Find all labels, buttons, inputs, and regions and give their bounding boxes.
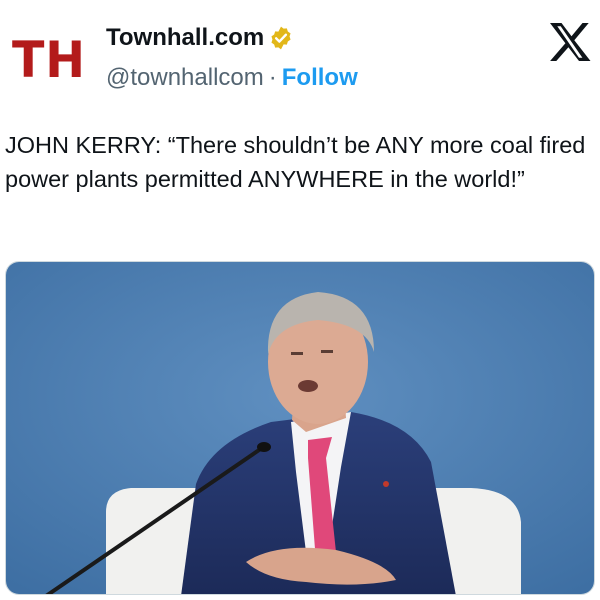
display-name[interactable]: Townhall.com <box>106 24 264 52</box>
handle-row: @townhallcom · Follow <box>106 64 358 92</box>
handle[interactable]: @townhallcom <box>106 64 264 92</box>
avatar-logo-text: TH <box>11 31 87 89</box>
video-thumbnail[interactable] <box>5 261 595 595</box>
x-logo-icon[interactable] <box>548 22 592 62</box>
follow-button[interactable]: Follow <box>282 64 358 92</box>
display-name-row: Townhall.com <box>106 24 294 52</box>
verified-badge-icon <box>268 25 294 51</box>
tweet-text: JOHN KERRY: “There shouldn’t be ANY more… <box>5 132 586 192</box>
avatar[interactable]: TH <box>5 16 93 104</box>
separator-dot: · <box>268 64 277 91</box>
